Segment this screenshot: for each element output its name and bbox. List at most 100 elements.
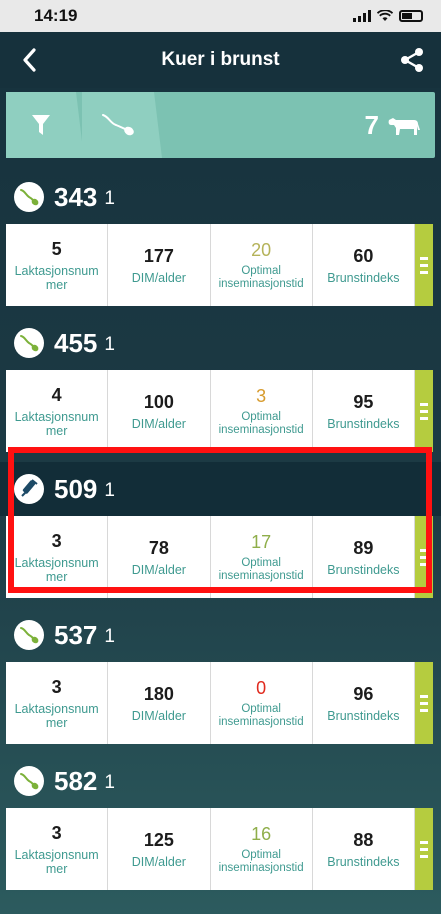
dim-cell-value: 78 xyxy=(148,537,169,558)
optimal-time-cell: 3 Optimal inseminasjonstid xyxy=(211,370,313,452)
dim-cell: 125 DIM/alder xyxy=(108,808,211,890)
heat-index-cell: 89 Brunstindeks xyxy=(313,516,415,598)
cow-lactation-count: 1 xyxy=(104,333,115,355)
heat-index-cell-label: Brunstindeks xyxy=(327,854,400,869)
heat-index-cell-value: 96 xyxy=(353,683,374,704)
row-menu-button[interactable] xyxy=(415,516,433,598)
dim-cell: 177 DIM/alder xyxy=(108,224,211,306)
cow-count: 7 xyxy=(365,110,435,141)
heat-index-cell: 60 Brunstindeks xyxy=(313,224,415,306)
lactation-cell-value: 3 xyxy=(51,530,62,551)
cow-card[interactable]: 5 Laktasjonsnum mer 177 DIM/alder 20 Optimal … xyxy=(6,224,433,306)
heat-index-cell-label: Brunstindeks xyxy=(327,270,400,285)
optimal-time-cell: 16 Optimal inseminasjonstid xyxy=(211,808,313,890)
optimal-time-cell-label: Optimal inseminasjonstid xyxy=(218,848,304,874)
lactation-cell: 4 Laktasjonsnum mer xyxy=(6,370,109,452)
row-menu-button[interactable] xyxy=(415,808,433,890)
sperm-icon xyxy=(102,114,134,136)
cow-lactation-count: 1 xyxy=(104,187,115,209)
lactation-cell-value: 4 xyxy=(51,384,62,405)
cow-card[interactable]: 3 Laktasjonsnum mer 125 DIM/alder 16 Optimal … xyxy=(6,808,433,890)
cow-id: 343 xyxy=(54,181,98,212)
insemination-tab[interactable] xyxy=(82,92,162,158)
optimal-time-cell-value: 20 xyxy=(251,239,272,260)
dim-cell: 78 DIM/alder xyxy=(108,516,211,598)
dim-cell-value: 180 xyxy=(143,683,174,704)
lactation-cell-label: Laktasjonsnum mer xyxy=(14,263,99,292)
heat-index-cell-value: 95 xyxy=(353,391,374,412)
heat-index-cell: 96 Brunstindeks xyxy=(313,662,415,744)
filter-bar: 7 xyxy=(6,92,435,158)
cow-header[interactable]: 537 1 xyxy=(0,608,441,662)
dim-cell-label: DIM/alder xyxy=(131,416,186,431)
dim-cell-value: 100 xyxy=(143,391,174,412)
syringe-icon xyxy=(14,474,44,504)
cow-header[interactable]: 343 1 xyxy=(0,170,441,224)
sperm-icon xyxy=(14,620,44,650)
lactation-cell-label: Laktasjonsnum mer xyxy=(14,555,99,584)
optimal-time-cell-value: 0 xyxy=(256,677,267,698)
optimal-time-cell-value: 3 xyxy=(256,385,267,406)
funnel-icon xyxy=(32,115,50,135)
cow-list: 343 1 5 Laktasjonsnum mer 177 DIM/alder 20 Opti… xyxy=(0,170,441,900)
status-time: 14:19 xyxy=(34,6,78,25)
optimal-time-cell-label: Optimal inseminasjonstid xyxy=(218,702,304,728)
cow-card[interactable]: 3 Laktasjonsnum mer 180 DIM/alder 0 Optimal i… xyxy=(6,662,433,744)
cow-id: 455 xyxy=(54,327,98,358)
lactation-cell-label: Laktasjonsnum mer xyxy=(14,409,99,438)
lactation-cell-label: Laktasjonsnum mer xyxy=(14,701,99,730)
signal-icon xyxy=(353,10,371,22)
wifi-icon xyxy=(377,10,393,21)
dim-cell-label: DIM/alder xyxy=(131,854,186,869)
cow-lactation-count: 1 xyxy=(104,479,115,501)
cow-header[interactable]: 455 1 xyxy=(0,316,441,370)
cow-id: 582 xyxy=(54,765,98,796)
lactation-cell: 3 Laktasjonsnum mer xyxy=(6,808,109,890)
lactation-cell-label: Laktasjonsnum mer xyxy=(14,847,99,876)
share-button[interactable] xyxy=(397,45,427,75)
row-menu-button[interactable] xyxy=(415,370,433,452)
optimal-time-cell: 0 Optimal inseminasjonstid xyxy=(211,662,313,744)
row-menu-button[interactable] xyxy=(415,662,433,744)
dim-cell-label: DIM/alder xyxy=(131,270,186,285)
cow-header[interactable]: 509 1 xyxy=(0,462,441,516)
cow-card[interactable]: 3 Laktasjonsnum mer 78 DIM/alder 17 Optimal i… xyxy=(6,516,433,598)
dim-cell-value: 177 xyxy=(143,245,174,266)
heat-index-cell-label: Brunstindeks xyxy=(327,416,400,431)
sperm-icon xyxy=(14,328,44,358)
dim-cell: 180 DIM/alder xyxy=(108,662,211,744)
dim-cell-label: DIM/alder xyxy=(131,562,186,577)
count-value: 7 xyxy=(364,109,379,140)
optimal-time-cell-label: Optimal inseminasjonstid xyxy=(218,410,304,436)
cow-header[interactable]: 582 1 xyxy=(0,754,441,808)
cow-lactation-count: 1 xyxy=(104,625,115,647)
optimal-time-cell-label: Optimal inseminasjonstid xyxy=(218,556,304,582)
page-title: Kuer i brunst xyxy=(161,49,280,70)
dim-cell-label: DIM/alder xyxy=(131,708,186,723)
optimal-time-cell-label: Optimal inseminasjonstid xyxy=(218,264,304,290)
heat-index-cell-value: 60 xyxy=(353,245,374,266)
cow-lactation-count: 1 xyxy=(104,771,115,793)
optimal-time-cell-value: 17 xyxy=(251,531,272,552)
lactation-cell-value: 3 xyxy=(51,822,62,843)
filter-button[interactable] xyxy=(6,92,84,158)
dim-cell-value: 125 xyxy=(143,829,174,850)
nav-bar: Kuer i brunst xyxy=(0,32,441,88)
row-menu-button[interactable] xyxy=(415,224,433,306)
heat-index-cell-label: Brunstindeks xyxy=(327,708,400,723)
share-icon xyxy=(400,48,423,72)
optimal-time-cell-value: 16 xyxy=(251,823,272,844)
back-button[interactable] xyxy=(14,45,44,75)
cow-icon xyxy=(388,118,420,135)
battery-icon xyxy=(399,10,423,22)
heat-index-cell-value: 89 xyxy=(353,537,374,558)
status-icons xyxy=(353,10,423,22)
cow-card[interactable]: 4 Laktasjonsnum mer 100 DIM/alder 3 Optimal i… xyxy=(6,370,433,452)
lactation-cell: 5 Laktasjonsnum mer xyxy=(6,224,109,306)
optimal-time-cell: 17 Optimal inseminasjonstid xyxy=(211,516,313,598)
